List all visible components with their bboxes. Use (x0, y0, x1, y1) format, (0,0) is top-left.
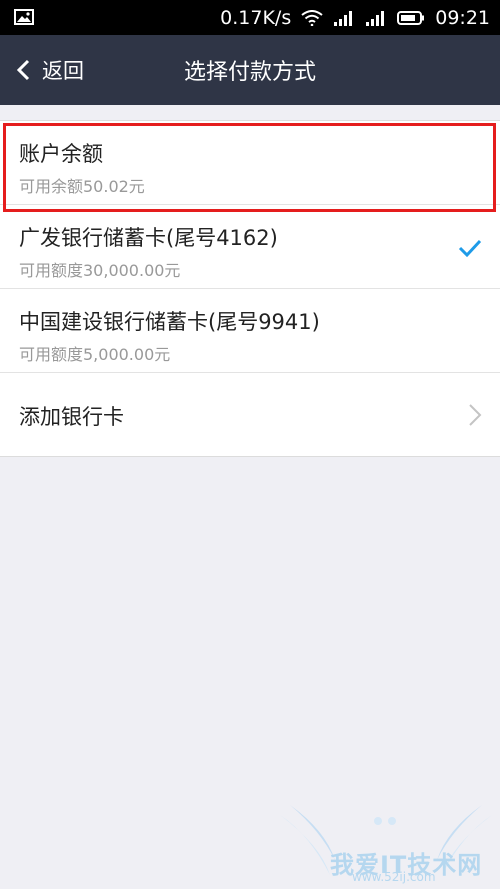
status-bar: 0.17K/s 09:21 (0, 0, 500, 35)
option-title: 广发银行储蓄卡(尾号4162) (19, 226, 278, 250)
payment-option-ccb-card[interactable]: 中国建设银行储蓄卡(尾号9941) 可用额度5,000.00元 (0, 289, 500, 373)
image-notification-icon (14, 9, 34, 25)
back-button[interactable]: 返回 (12, 35, 84, 105)
option-subtitle: 可用额度5,000.00元 (19, 345, 171, 364)
status-right: 0.17K/s 09:21 (220, 0, 490, 35)
signal-icon (366, 10, 385, 26)
option-title: 中国建设银行储蓄卡(尾号9941) (19, 310, 320, 334)
clock: 09:21 (435, 6, 490, 29)
payment-method-list: 账户余额 可用余额50.02元 广发银行储蓄卡(尾号4162) 可用额度30,0… (0, 120, 500, 457)
back-label: 返回 (42, 59, 84, 83)
watermark-url: www.52ij.com (352, 870, 436, 884)
net-speed: 0.17K/s (220, 6, 292, 29)
wifi-icon (301, 9, 323, 26)
check-icon (458, 239, 482, 258)
option-subtitle: 可用余额50.02元 (19, 177, 145, 196)
nav-bar: 返回 选择付款方式 (0, 35, 500, 105)
signal-icon (334, 10, 353, 26)
chevron-left-icon (16, 59, 30, 81)
payment-option-gdb-card[interactable]: 广发银行储蓄卡(尾号4162) 可用额度30,000.00元 (0, 205, 500, 289)
add-bank-card-row[interactable]: 添加银行卡 (0, 373, 500, 456)
battery-icon (397, 10, 425, 25)
option-subtitle: 可用额度30,000.00元 (19, 261, 181, 280)
add-card-label: 添加银行卡 (19, 405, 124, 429)
payment-option-balance[interactable]: 账户余额 可用余额50.02元 (0, 121, 500, 205)
option-title: 账户余额 (19, 142, 103, 166)
chevron-right-icon (469, 404, 482, 426)
